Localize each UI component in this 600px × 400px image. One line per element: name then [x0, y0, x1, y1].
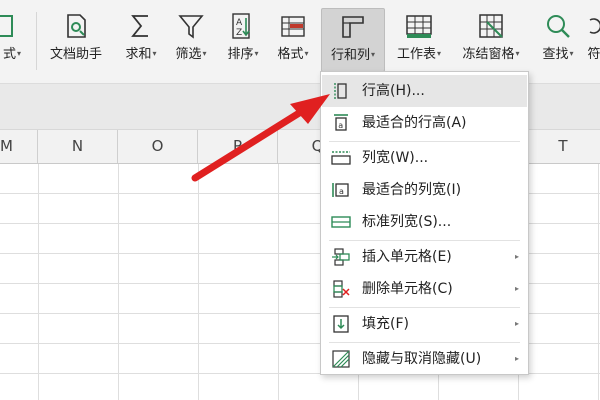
annotation-arrow [191, 94, 330, 182]
